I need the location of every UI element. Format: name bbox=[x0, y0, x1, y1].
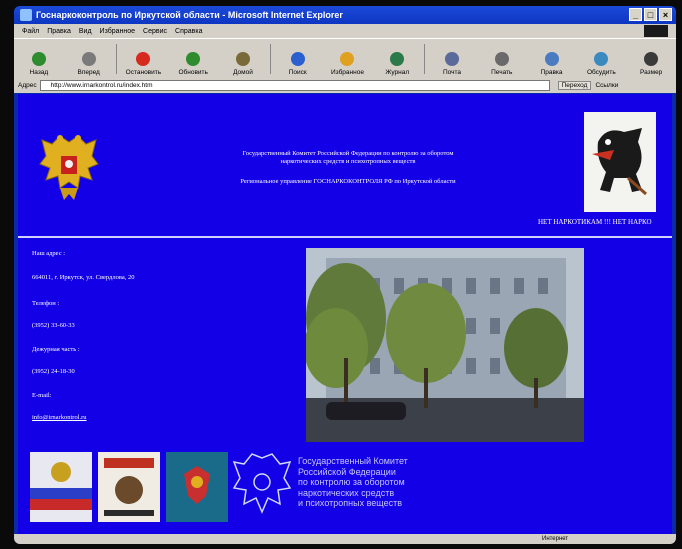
toolbar-button[interactable]: Печать bbox=[477, 52, 527, 79]
email-heading: E-mail: bbox=[32, 392, 52, 399]
agency-banner-line-5: и психотропных веществ bbox=[298, 498, 402, 508]
toolbar-button-label: Остановить bbox=[125, 69, 162, 76]
stop-icon bbox=[136, 52, 151, 66]
agency-banner-line-4: наркотических средств bbox=[298, 487, 395, 498]
russian-eagle-emblem bbox=[39, 135, 99, 200]
agency-line-2: наркотических средств и психотропных вещ… bbox=[280, 158, 416, 165]
toolbar-button-label: Печать bbox=[491, 69, 513, 76]
web-page: Государственный Комитет Российской Федер… bbox=[18, 94, 672, 534]
toolbar-separator bbox=[115, 44, 117, 74]
windows-logo-icon bbox=[644, 25, 668, 37]
toolbar-separator bbox=[424, 44, 426, 74]
agency-eagle-icon bbox=[232, 453, 292, 514]
security-zone-label: Интернет bbox=[542, 536, 569, 542]
toolbar-separator bbox=[269, 44, 271, 74]
toolbar-button[interactable]: Размер bbox=[626, 52, 676, 79]
toolbar-button-label: Обсудить bbox=[586, 69, 616, 76]
menu-edit[interactable]: Правка bbox=[47, 28, 71, 35]
agency-header: Государственный Комитет Российской Федер… bbox=[178, 150, 518, 186]
phone-value: (3952) 33-60-33 bbox=[32, 322, 75, 329]
links-button[interactable]: Ссылки bbox=[595, 82, 618, 89]
title-bar: Госнаркоконтроль по Иркутской области - … bbox=[14, 6, 676, 24]
menu-bar: Файл Правка Вид Избранное Сервис Справка bbox=[14, 24, 676, 38]
address-bar: Адрес http://www.irnarkontrol.ru/index.h… bbox=[14, 78, 676, 93]
size-icon bbox=[644, 52, 659, 66]
toolbar-button-label: Журнал bbox=[385, 69, 410, 76]
maximize-button[interactable]: □ bbox=[644, 8, 657, 21]
toolbar-button[interactable]: Обсудить bbox=[576, 52, 626, 79]
anti-drug-banner-2[interactable] bbox=[98, 452, 160, 522]
toolbar-button-label: Поиск bbox=[288, 69, 307, 76]
discuss-icon bbox=[594, 52, 609, 66]
toolbar-button[interactable]: Журнал bbox=[372, 52, 422, 79]
duty-value: (3952) 24-18-30 bbox=[32, 368, 75, 375]
slogan-link[interactable]: НЕТ НАРКОТИКАМ !!! НЕТ НАРКО bbox=[538, 218, 652, 226]
toolbar-button-label: Обновить bbox=[178, 69, 208, 76]
window-title: Госнаркоконтроль по Иркутской области - … bbox=[36, 10, 343, 20]
address-label: Адрес bbox=[18, 82, 37, 89]
irkutsk-babr-emblem bbox=[584, 112, 656, 212]
home-icon bbox=[235, 52, 250, 66]
toolbar-button[interactable]: Обновить bbox=[168, 52, 218, 79]
favorites-icon bbox=[340, 52, 355, 66]
anti-drug-banner-1[interactable] bbox=[30, 452, 92, 522]
anti-drug-banner-3[interactable] bbox=[166, 452, 228, 522]
address-heading: Наш адрес : bbox=[32, 250, 66, 257]
history-icon bbox=[390, 52, 405, 66]
toolbar-button-label: Избранное bbox=[331, 69, 364, 76]
toolbar-button[interactable]: Домой bbox=[218, 52, 268, 79]
toolbar-button[interactable]: Правка bbox=[527, 52, 577, 79]
menu-tools[interactable]: Сервис bbox=[143, 28, 167, 35]
refresh-icon bbox=[186, 52, 201, 66]
region-line: Региональное управление ГОСНАРКОКОНТРОЛЯ… bbox=[240, 178, 456, 185]
agency-banner[interactable]: Государственный Комитет Российской Федер… bbox=[232, 448, 454, 526]
edit-icon bbox=[544, 52, 559, 66]
agency-banner-line-3: по контролю за оборотом bbox=[298, 477, 405, 487]
forward-arrow-icon bbox=[81, 52, 96, 66]
print-icon bbox=[494, 52, 509, 66]
toolbar-button[interactable]: Поиск bbox=[273, 52, 323, 79]
toolbar-button-label: Правка bbox=[540, 69, 563, 76]
agency-line-1: Государственный Комитет Российской Федер… bbox=[242, 150, 454, 157]
building-photo bbox=[306, 248, 584, 442]
agency-banner-line-2: Российской Федерации bbox=[298, 466, 396, 477]
minimize-button[interactable]: _ bbox=[629, 8, 642, 21]
ie-logo-icon bbox=[20, 9, 32, 21]
email-link[interactable]: info@irnarkontrol.ru bbox=[32, 414, 87, 421]
address-input[interactable]: http://www.irnarkontrol.ru/index.htm bbox=[39, 80, 550, 91]
phone-heading: Телефон : bbox=[32, 300, 60, 307]
toolbar: Назад Вперед Остановить Обновить Домой Поиск И… bbox=[14, 38, 676, 80]
section-divider bbox=[18, 236, 672, 238]
agency-banner-line-1: Государственный Комитет bbox=[298, 456, 408, 466]
menu-view[interactable]: Вид bbox=[79, 28, 92, 35]
search-icon bbox=[290, 52, 305, 66]
menu-help[interactable]: Справка bbox=[175, 28, 202, 35]
close-button[interactable]: × bbox=[659, 8, 672, 21]
status-bar: Интернет bbox=[14, 534, 676, 544]
toolbar-button[interactable]: Вперед bbox=[64, 52, 114, 79]
mail-icon bbox=[445, 52, 459, 66]
toolbar-button-label: Назад bbox=[29, 69, 49, 76]
toolbar-button[interactable]: Почта bbox=[427, 52, 477, 79]
banner-strip: Государственный Комитет Российской Федер… bbox=[30, 448, 450, 526]
toolbar-button-label: Размер bbox=[639, 69, 663, 76]
address-value: 664011, г. Иркутск, ул. Свердлова, 20 bbox=[32, 274, 135, 281]
back-arrow-icon bbox=[31, 52, 46, 66]
menu-file[interactable]: Файл bbox=[22, 28, 39, 35]
menu-favorites[interactable]: Избранное bbox=[100, 28, 135, 35]
duty-heading: Дежурная часть : bbox=[32, 346, 80, 353]
go-button[interactable]: Переход bbox=[557, 81, 592, 90]
toolbar-button[interactable]: Избранное bbox=[323, 52, 373, 79]
toolbar-button-label: Почта bbox=[442, 69, 462, 76]
browser-window: Госнаркоконтроль по Иркутской области - … bbox=[14, 6, 676, 544]
toolbar-button[interactable]: Остановить bbox=[119, 52, 169, 79]
toolbar-button[interactable]: Назад bbox=[14, 52, 64, 79]
toolbar-button-label: Домой bbox=[233, 69, 253, 76]
toolbar-button-label: Вперед bbox=[77, 69, 100, 76]
